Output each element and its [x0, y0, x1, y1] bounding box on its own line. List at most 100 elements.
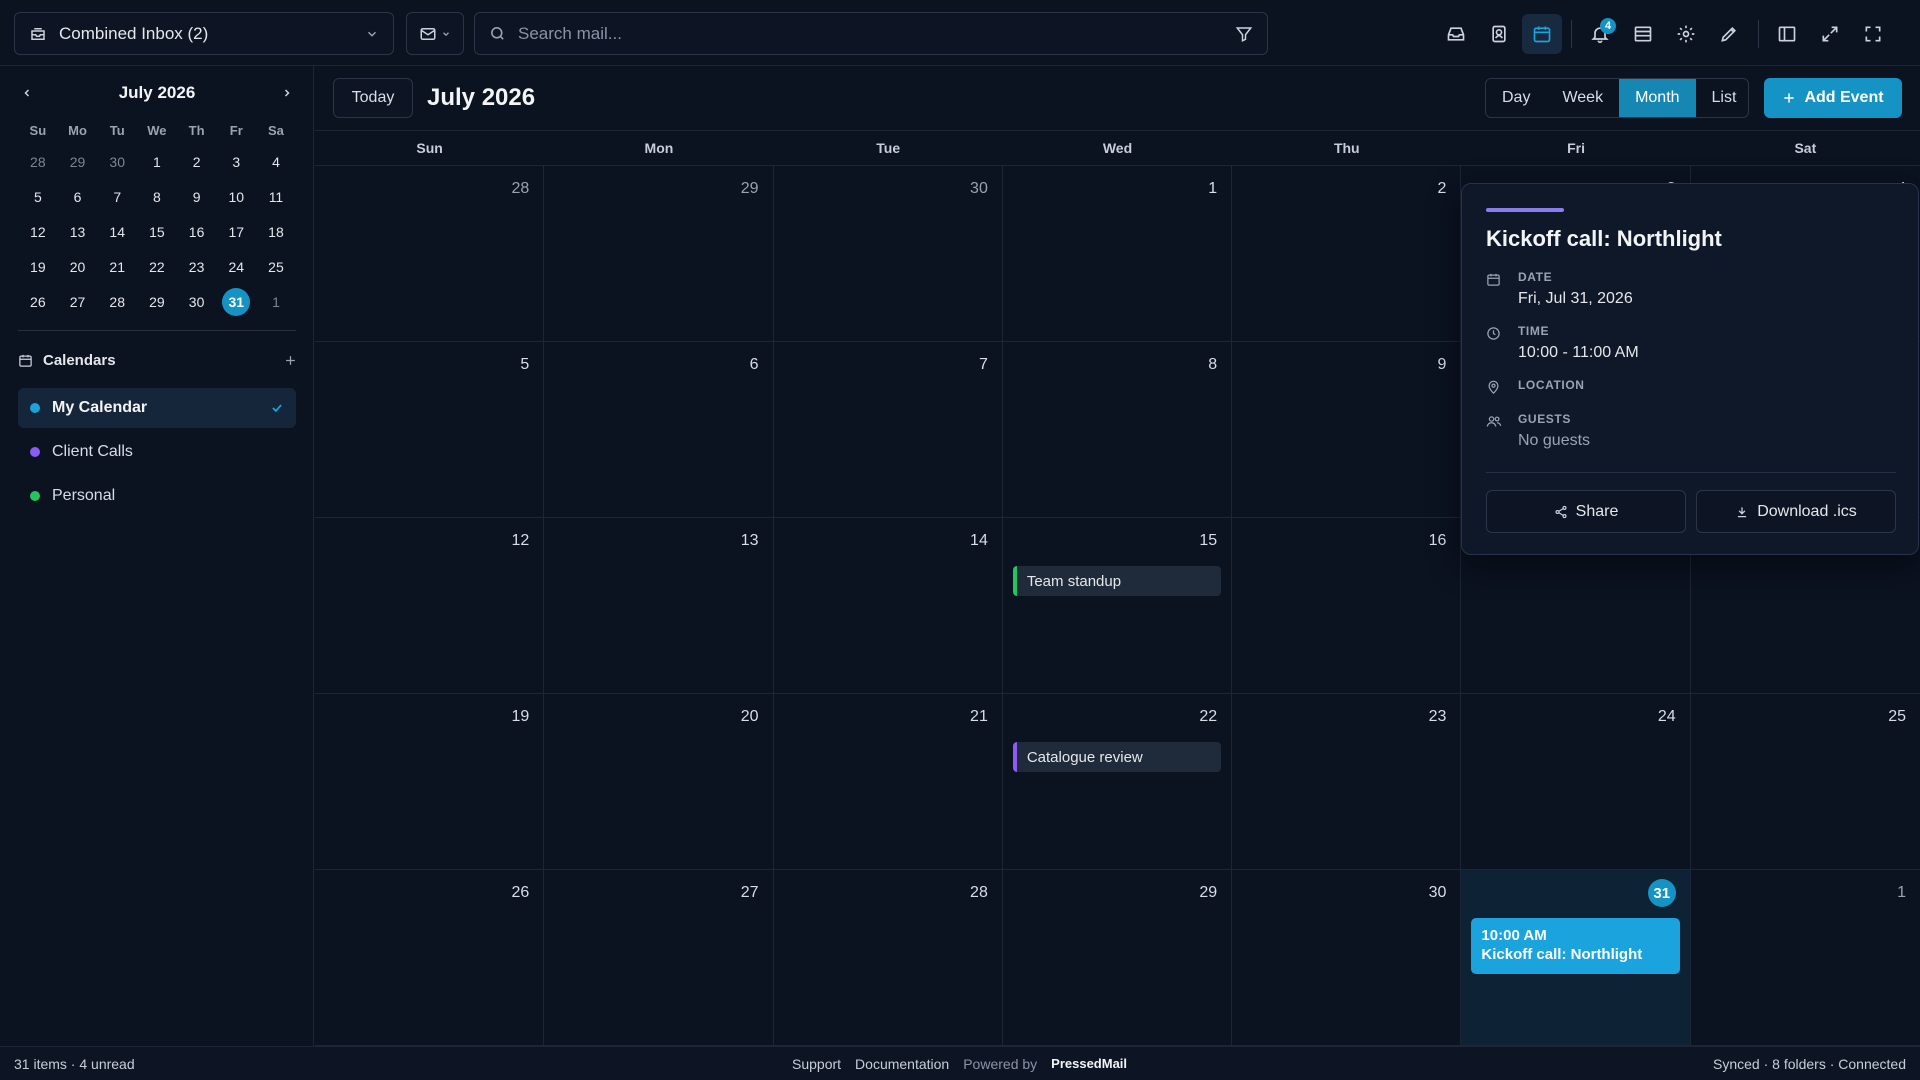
mini-day[interactable]: 20 [58, 249, 98, 284]
view-day-button[interactable]: Day [1486, 79, 1546, 117]
event-chip[interactable]: Catalogue review [1012, 742, 1222, 772]
mini-day[interactable]: 8 [137, 179, 177, 214]
day-cell[interactable]: 28 [773, 870, 1003, 1046]
mini-day[interactable]: 6 [58, 179, 98, 214]
documentation-link[interactable]: Documentation [855, 1056, 949, 1072]
mini-day[interactable]: 27 [58, 284, 98, 319]
mini-day[interactable]: 30 [177, 284, 217, 319]
day-number: 24 [1657, 708, 1676, 725]
mini-day[interactable]: 2 [177, 144, 217, 179]
day-cell[interactable]: 23 [1232, 694, 1462, 870]
bell-icon[interactable]: 4 [1580, 14, 1620, 54]
mini-day[interactable]: 28 [97, 284, 137, 319]
day-cell[interactable]: 29 [544, 166, 774, 342]
mini-day[interactable]: 30 [97, 144, 137, 179]
calendar-item[interactable]: My Calendar [18, 388, 296, 428]
mini-day[interactable]: 21 [97, 249, 137, 284]
inbox-icon[interactable] [1436, 14, 1476, 54]
day-cell[interactable]: 16 [1232, 518, 1462, 694]
mini-day[interactable]: 18 [256, 214, 296, 249]
calendar-item[interactable]: Personal [18, 476, 296, 516]
next-month-button[interactable] [274, 80, 300, 106]
mini-day[interactable]: 5 [18, 179, 58, 214]
mini-day[interactable]: 29 [137, 284, 177, 319]
mini-day[interactable]: 17 [216, 214, 256, 249]
day-cell[interactable]: 19 [315, 694, 545, 870]
mini-day[interactable]: 22 [137, 249, 177, 284]
day-cell[interactable]: 1 [1002, 166, 1233, 342]
mini-day[interactable]: 24 [216, 249, 256, 284]
day-cell[interactable]: 1 [1690, 870, 1920, 1046]
support-link[interactable]: Support [792, 1056, 841, 1072]
day-cell[interactable]: 25 [1690, 694, 1920, 870]
mini-day[interactable]: 11 [256, 179, 296, 214]
mini-day[interactable]: 25 [256, 249, 296, 284]
day-cell[interactable]: 2 [1232, 166, 1462, 342]
mini-day-today[interactable]: 31 [216, 284, 256, 319]
day-cell[interactable]: 6 [544, 342, 774, 518]
day-cell[interactable]: 22 Catalogue review [1002, 694, 1233, 870]
inbox-selector[interactable]: Combined Inbox (2) [14, 12, 394, 55]
day-cell[interactable]: 28 [315, 166, 545, 342]
layout-icon[interactable] [1623, 14, 1663, 54]
sidebar-toggle-icon[interactable] [1767, 14, 1807, 54]
day-cell[interactable]: 30 [773, 166, 1003, 342]
day-cell[interactable]: 12 [315, 518, 545, 694]
day-cell[interactable]: 20 [544, 694, 774, 870]
contacts-icon[interactable] [1479, 14, 1519, 54]
date-value: Fri, Jul 31, 2026 [1518, 290, 1633, 307]
view-month-button[interactable]: Month [1619, 79, 1696, 117]
mini-day[interactable]: 7 [97, 179, 137, 214]
day-cell[interactable]: 9 [1232, 342, 1462, 518]
filter-icon[interactable] [1235, 25, 1253, 43]
mini-day[interactable]: 10 [216, 179, 256, 214]
prev-month-button[interactable] [14, 80, 40, 106]
day-cell[interactable]: 13 [544, 518, 774, 694]
add-calendar-icon[interactable] [283, 353, 298, 368]
view-week-button[interactable]: Week [1546, 79, 1619, 117]
time-value: 10:00 - 11:00 AM [1518, 344, 1639, 361]
day-cell[interactable]: 14 [773, 518, 1003, 694]
day-cell[interactable]: 7 [773, 342, 1003, 518]
day-cell[interactable]: 30 [1232, 870, 1462, 1046]
mini-day[interactable]: 12 [18, 214, 58, 249]
download-ics-button[interactable]: Download .ics [1696, 490, 1896, 533]
mini-day[interactable]: 23 [177, 249, 217, 284]
share-button[interactable]: Share [1486, 490, 1686, 533]
mini-day[interactable]: 1 [137, 144, 177, 179]
fullscreen-icon[interactable] [1853, 14, 1893, 54]
day-cell[interactable]: 29 [1002, 870, 1233, 1046]
event-block-selected[interactable]: 10:00 AM Kickoff call: Northlight [1471, 918, 1680, 974]
day-cell[interactable]: 31 10:00 AM Kickoff call: Northlight [1461, 870, 1691, 1046]
mini-day[interactable]: 29 [58, 144, 98, 179]
mini-day[interactable]: 19 [18, 249, 58, 284]
today-button[interactable]: Today [333, 78, 413, 118]
view-list-button[interactable]: List [1696, 79, 1748, 117]
calendar-item[interactable]: Client Calls [18, 432, 296, 472]
day-cell[interactable]: 27 [544, 870, 774, 1046]
mini-day[interactable]: 15 [137, 214, 177, 249]
mini-day[interactable]: 26 [18, 284, 58, 319]
mail-account-selector[interactable] [406, 12, 464, 55]
mini-day[interactable]: 4 [256, 144, 296, 179]
calendar-icon[interactable] [1522, 13, 1562, 54]
edit-icon[interactable] [1709, 14, 1749, 54]
mini-day[interactable]: 13 [58, 214, 98, 249]
day-cell[interactable]: 5 [315, 342, 545, 518]
expand-icon[interactable] [1810, 14, 1850, 54]
day-cell[interactable]: 24 [1461, 694, 1691, 870]
settings-icon[interactable] [1666, 14, 1706, 54]
mini-day[interactable]: 1 [256, 284, 296, 319]
day-cell[interactable]: 26 [315, 870, 545, 1046]
day-cell[interactable]: 8 [1002, 342, 1233, 518]
mini-day[interactable]: 28 [18, 144, 58, 179]
day-cell[interactable]: 21 [773, 694, 1003, 870]
mini-day[interactable]: 14 [97, 214, 137, 249]
day-cell[interactable]: 15 Team standup [1002, 518, 1233, 694]
mini-day[interactable]: 3 [216, 144, 256, 179]
event-chip[interactable]: Team standup [1012, 566, 1222, 596]
add-event-button[interactable]: Add Event [1764, 78, 1902, 118]
mini-day[interactable]: 16 [177, 214, 217, 249]
mini-day[interactable]: 9 [177, 179, 217, 214]
search-input[interactable] [518, 23, 1223, 44]
